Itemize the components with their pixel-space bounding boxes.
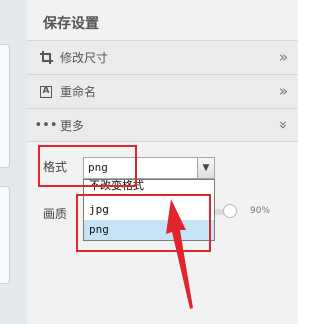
- chevron-down-icon: »: [274, 120, 293, 130]
- rename-icon: A: [36, 85, 56, 98]
- save-settings-panel: 保存设置 修改尺寸 » A 重命名 » ••• 更多 » 格式 png ▼ 画质…: [27, 0, 298, 324]
- format-select[interactable]: png ▼: [83, 157, 215, 179]
- quality-label: 画质: [43, 207, 68, 221]
- left-background-strip: [0, 0, 27, 324]
- chevron-right-icon: »: [278, 82, 288, 100]
- more-dots-icon: •••: [34, 117, 58, 133]
- chevron-right-icon: »: [278, 48, 288, 66]
- section-rename[interactable]: A 重命名 »: [27, 74, 298, 108]
- format-option-jpg[interactable]: jpg: [84, 200, 214, 220]
- crop-icon: [36, 51, 56, 64]
- left-card: [0, 44, 10, 168]
- left-card: [0, 186, 10, 284]
- format-label: 格式: [43, 160, 68, 174]
- section-label: 修改尺寸: [60, 51, 109, 65]
- quality-slider-knob[interactable]: [223, 204, 237, 218]
- section-label: 更多: [60, 118, 85, 133]
- quality-value: 90%: [250, 206, 271, 216]
- section-label: 重命名: [60, 85, 97, 99]
- section-resize[interactable]: 修改尺寸 »: [27, 40, 298, 74]
- section-more[interactable]: ••• 更多 »: [27, 108, 298, 142]
- format-dropdown-list: 不改变格式 jpg png: [83, 179, 215, 241]
- format-select-value: png: [88, 161, 108, 174]
- dropdown-arrow-icon[interactable]: ▼: [197, 158, 214, 178]
- format-option-keep[interactable]: 不改变格式: [84, 180, 214, 200]
- format-option-png[interactable]: png: [84, 220, 214, 240]
- panel-title: 保存设置: [43, 16, 99, 32]
